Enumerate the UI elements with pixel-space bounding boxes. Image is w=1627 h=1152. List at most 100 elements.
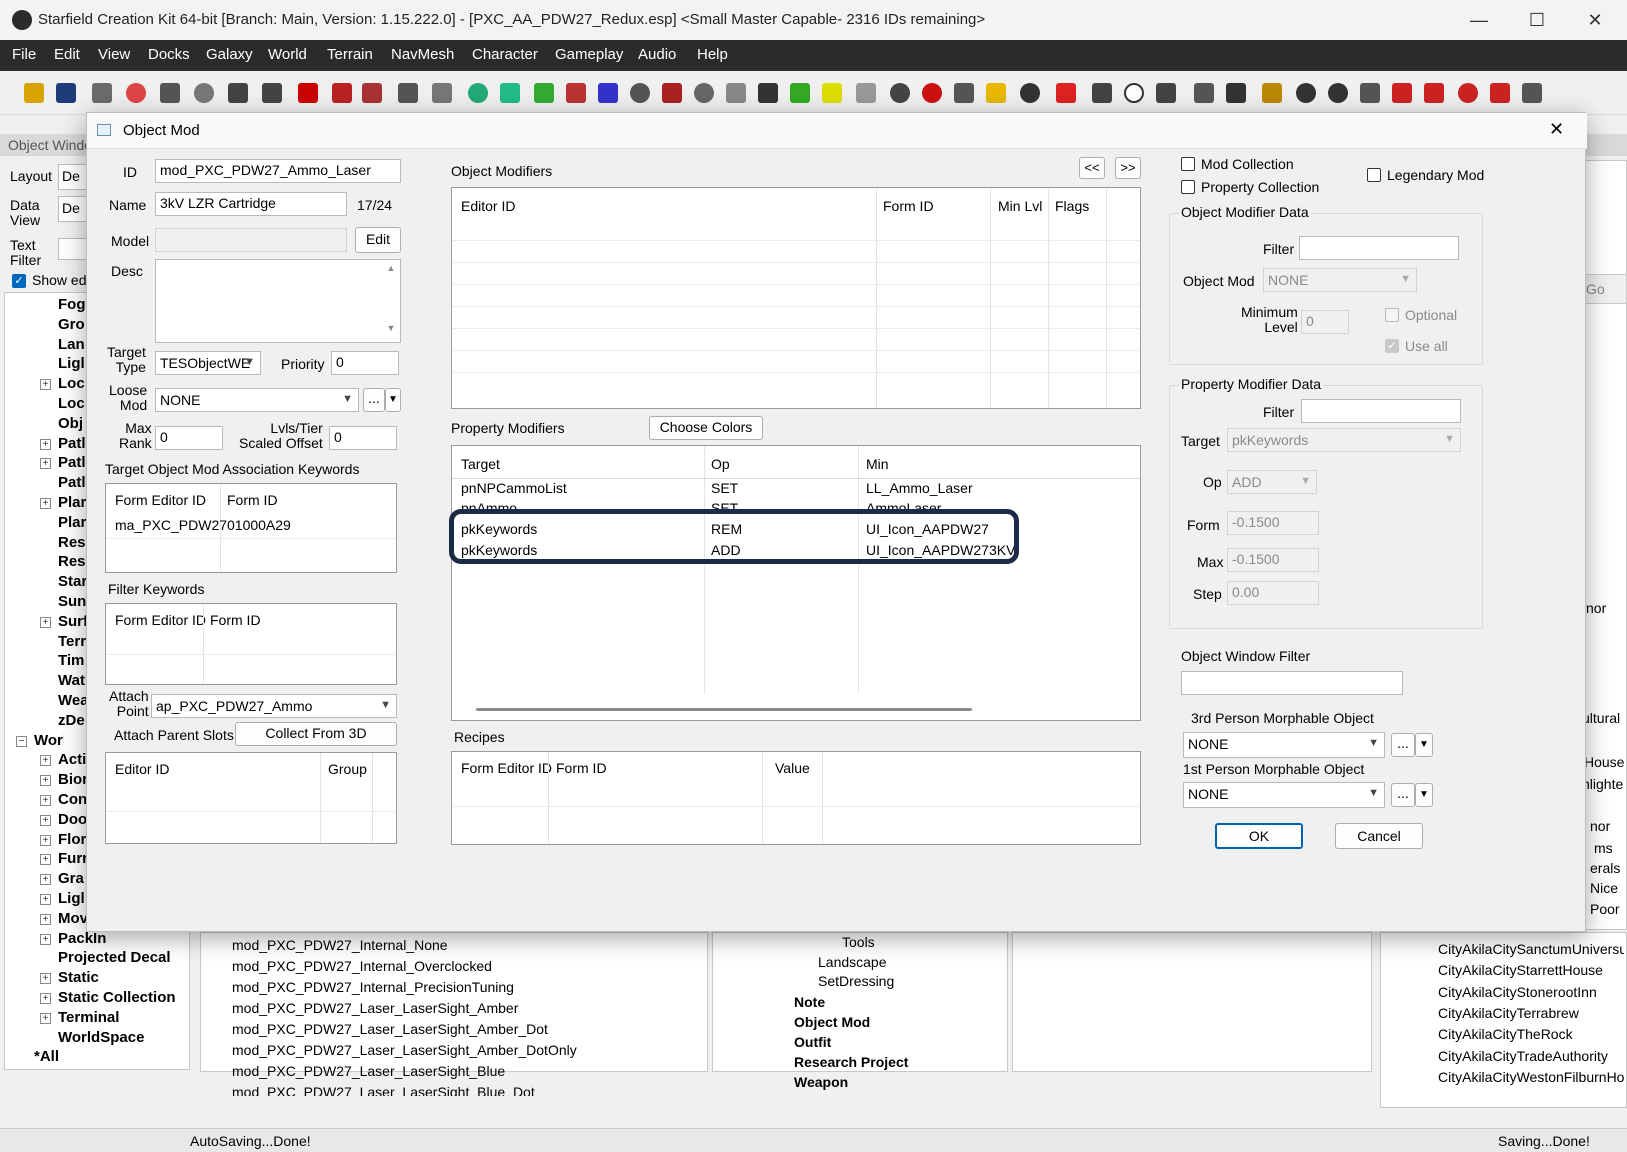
caret-down-icon: ▼ <box>1419 739 1429 750</box>
right-panel-partial-item[interactable]: nor <box>1590 818 1627 834</box>
optional-checkbox[interactable] <box>1385 308 1399 322</box>
model-field[interactable] <box>155 228 347 252</box>
target-type-select[interactable]: TESObjectWE ▼ <box>155 351 261 375</box>
first-person-morphable-select[interactable]: NONE ▼ <box>1183 782 1385 808</box>
id-label: ID <box>123 164 137 180</box>
column-header-form-id[interactable]: Form ID <box>883 198 934 214</box>
use-all-checkbox[interactable]: ✓ <box>1385 339 1399 353</box>
dialog-close-button[interactable]: ✕ <box>1549 119 1564 140</box>
max-rank-field[interactable]: 0 <box>155 426 223 450</box>
omd-filter-label: Filter <box>1263 241 1295 257</box>
property-list-horizontal-scrollbar[interactable] <box>476 708 972 711</box>
attach-point-label: Attach Point <box>109 688 149 719</box>
chevron-down-icon: ▼ <box>1368 787 1379 799</box>
chevron-down-icon: ▼ <box>342 393 353 405</box>
first-person-dropdown-button[interactable]: ▼ <box>1415 783 1433 807</box>
name-label: Name <box>109 197 147 213</box>
attach-point-select[interactable]: ap_PXC_PDW27_Ammo ▼ <box>151 694 397 718</box>
column-header-min[interactable]: Min <box>866 456 889 472</box>
legendary-mod-checkbox[interactable] <box>1367 168 1381 182</box>
chevron-down-icon: ▼ <box>1368 737 1379 749</box>
right-panel-partial-item[interactable]: Nice <box>1590 880 1627 896</box>
attach-parent-slots-list[interactable]: Editor ID Group <box>105 752 397 844</box>
mod-collection-checkbox[interactable] <box>1181 157 1195 171</box>
right-panel-partial-item[interactable]: erals <box>1590 860 1627 876</box>
lvls-tier-field[interactable]: 0 <box>329 426 397 450</box>
loose-mod-browse-button[interactable]: ... <box>363 388 385 412</box>
chevron-down-icon: ▼ <box>244 356 255 368</box>
property-row-min[interactable]: LL_Ammo_Laser <box>866 480 973 496</box>
ok-button[interactable]: OK <box>1215 823 1303 849</box>
first-person-morphable-label: 1st Person Morphable Object <box>1183 761 1365 777</box>
edit-model-button[interactable]: Edit <box>355 227 401 253</box>
desc-textarea[interactable] <box>155 259 401 343</box>
pmd-max-field[interactable]: -0.1500 <box>1227 548 1319 572</box>
column-header-form-editor-id[interactable]: Form Editor ID <box>461 760 552 776</box>
pmd-target-select[interactable]: pkKeywords ▼ <box>1227 428 1461 452</box>
right-panel-partial-item[interactable]: nlighte <box>1582 776 1627 792</box>
right-panel-partial-item[interactable]: ultural <box>1582 710 1627 726</box>
property-collection-label: Property Collection <box>1201 179 1320 195</box>
first-person-browse-button[interactable]: ... <box>1391 783 1415 807</box>
omd-object-mod-select[interactable]: NONE ▼ <box>1263 268 1417 292</box>
third-person-morphable-select[interactable]: NONE ▼ <box>1183 732 1385 758</box>
pmd-form-field[interactable]: -0.1500 <box>1227 511 1319 535</box>
pmd-op-select[interactable]: ADD ▼ <box>1227 470 1317 494</box>
third-person-browse-button[interactable]: ... <box>1391 733 1415 757</box>
right-panel-partial-item[interactable]: ms <box>1594 840 1627 856</box>
choose-colors-button[interactable]: Choose Colors <box>649 416 763 440</box>
column-header-form-id[interactable]: Form ID <box>556 760 607 776</box>
assoc-keywords-list[interactable]: Form Editor ID Form ID ma_PXC_PDW27 0100… <box>105 483 397 573</box>
column-header-op[interactable]: Op <box>711 456 730 472</box>
property-row-target[interactable]: pnNPCammoList <box>461 480 567 496</box>
caret-down-icon: ▼ <box>388 394 398 405</box>
status-right-text: Saving...Done! <box>1498 1133 1590 1149</box>
column-header-target[interactable]: Target <box>461 456 500 472</box>
pmd-step-field[interactable]: 0.00 <box>1227 581 1319 605</box>
pmd-filter-input[interactable] <box>1301 399 1461 423</box>
omd-filter-input[interactable] <box>1299 236 1459 260</box>
pmd-filter-label: Filter <box>1263 404 1295 420</box>
model-label: Model <box>111 233 150 249</box>
previous-button[interactable]: << <box>1079 157 1105 179</box>
loose-mod-dropdown-button[interactable]: ▼ <box>385 388 401 412</box>
object-window-filter-label: Object Window Filter <box>1181 648 1311 664</box>
column-header-value[interactable]: Value <box>775 760 810 776</box>
max-rank-label: Max Rank <box>119 420 152 451</box>
assoc-row-form-id[interactable]: 01000A29 <box>227 517 291 533</box>
filter-keywords-list[interactable]: Form Editor ID Form ID <box>105 603 397 685</box>
property-modifiers-list[interactable]: Target Op Min pnNPCammoList SET LL_Ammo_… <box>451 445 1141 721</box>
priority-field[interactable]: 0 <box>331 351 399 375</box>
next-button[interactable]: >> <box>1115 157 1141 179</box>
right-panel-partial-item[interactable]: nor <box>1586 600 1627 616</box>
column-header-group[interactable]: Group <box>328 761 367 777</box>
property-collection-checkbox[interactable] <box>1181 180 1195 194</box>
column-header-min-lvl[interactable]: Min Lvl <box>998 198 1042 214</box>
column-header-form-id[interactable]: Form ID <box>210 612 261 628</box>
third-person-morphable-label: 3rd Person Morphable Object <box>1191 710 1374 726</box>
column-header-form-id[interactable]: Form ID <box>227 492 278 508</box>
right-panel-partial-item[interactable]: Poor <box>1590 901 1627 917</box>
loose-mod-select[interactable]: NONE ▼ <box>155 388 359 412</box>
cancel-button[interactable]: Cancel <box>1335 823 1423 849</box>
column-header-flags[interactable]: Flags <box>1055 198 1089 214</box>
name-field[interactable]: 3kV LZR Cartridge <box>155 192 347 216</box>
column-header-editor-id[interactable]: Editor ID <box>461 198 515 214</box>
column-header-form-editor-id[interactable]: Form Editor ID <box>115 612 206 628</box>
id-field[interactable]: mod_PXC_PDW27_Ammo_Laser <box>155 159 401 183</box>
desc-label: Desc <box>111 263 143 279</box>
column-header-form-editor-id[interactable]: Form Editor ID <box>115 492 206 508</box>
chevron-down-icon: ▼ <box>1300 475 1311 487</box>
assoc-row-editor-id[interactable]: ma_PXC_PDW27 <box>115 517 227 533</box>
recipes-list[interactable]: Form Editor ID Form ID Value <box>451 751 1141 845</box>
property-row-op[interactable]: SET <box>711 480 738 496</box>
third-person-dropdown-button[interactable]: ▼ <box>1415 733 1433 757</box>
object-window-filter-input[interactable] <box>1181 671 1403 695</box>
object-modifiers-list[interactable]: Editor ID Form ID Min Lvl Flags <box>451 187 1141 409</box>
right-panel-partial-item[interactable]: House <box>1584 754 1627 770</box>
column-header-editor-id[interactable]: Editor ID <box>115 761 169 777</box>
desc-scrollbar[interactable]: ▲ ▼ <box>383 263 399 339</box>
object-mod-dialog: Object Mod ✕ ID mod_PXC_PDW27_Ammo_Laser… <box>86 112 1587 932</box>
omd-min-level-field[interactable]: 0 <box>1301 310 1349 334</box>
collect-from-3d-button[interactable]: Collect From 3D <box>235 722 397 746</box>
